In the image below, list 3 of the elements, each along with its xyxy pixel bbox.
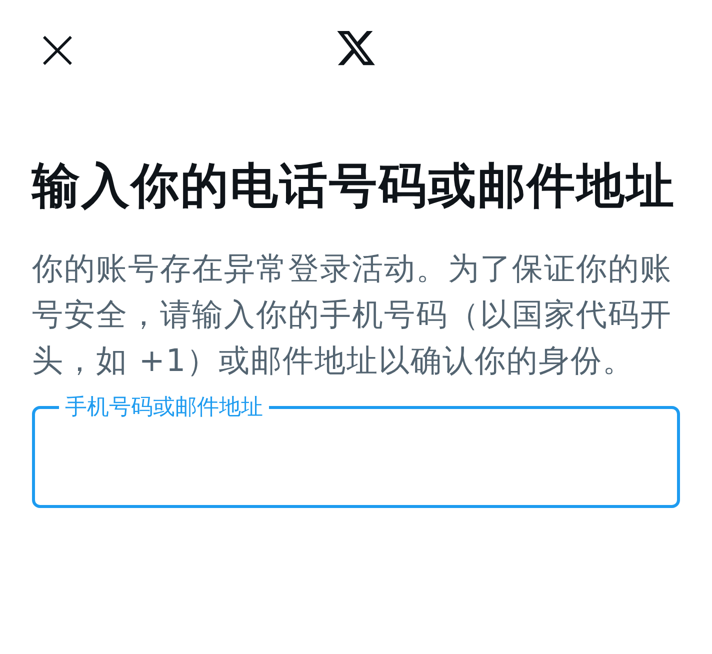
page-title: 输入你的电话号码或邮件地址 [32, 157, 676, 216]
description-text: 你的账号存在异常登录活动。为了保证你的账号安全，请输入你的手机号码（以国家代码开头，如 +1）或邮件地址以确认你的身份。 [32, 250, 673, 381]
close-button[interactable]: × [28, 22, 87, 78]
